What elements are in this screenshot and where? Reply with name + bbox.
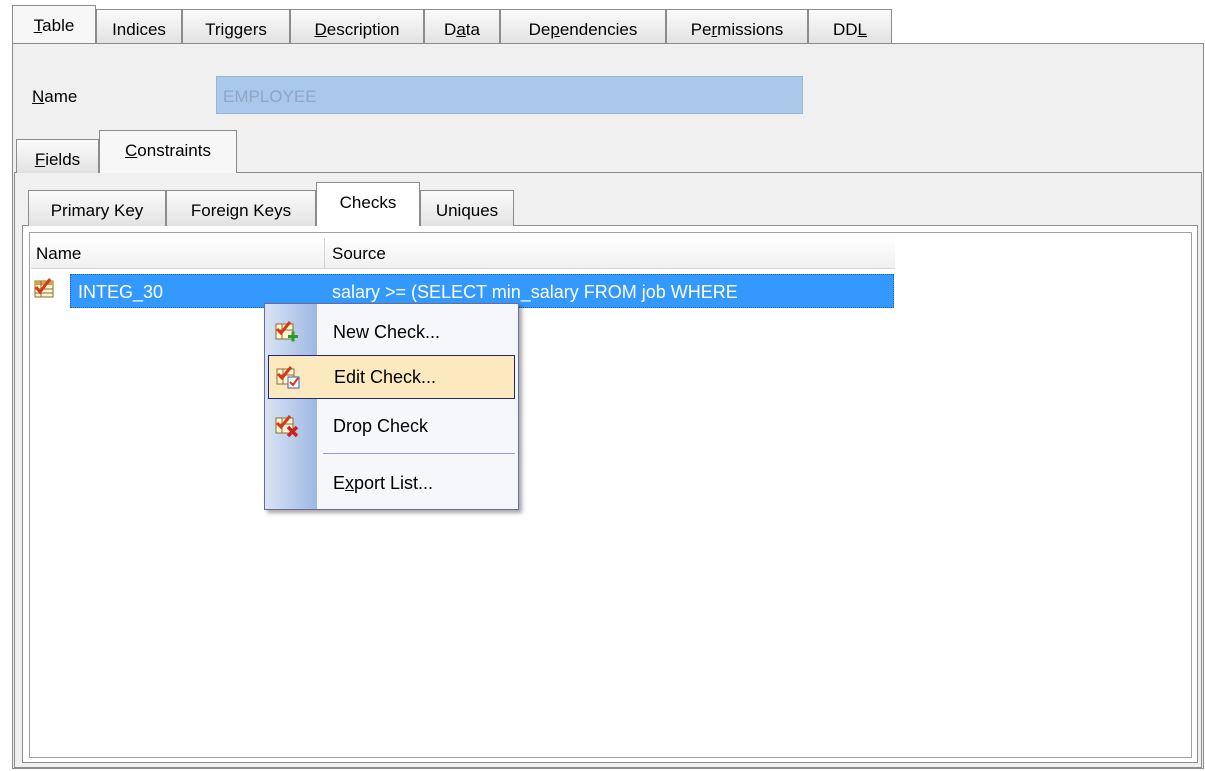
tab-data[interactable]: Data [424,9,500,43]
column-divider [324,238,325,268]
menu-item-drop-check[interactable]: Drop Check [265,404,518,448]
menu-label-edit-check: Edit Check... [334,367,437,387]
tab-dependencies[interactable]: Dependencies [500,9,666,43]
tab-table[interactable]: Table [12,5,96,43]
check-constraint-icon [34,278,56,300]
tab-permissions[interactable]: Permissions [666,9,808,43]
menu-label-new-check: New Check... [333,322,441,342]
row-source-cell: salary >= (SELECT min_salary FROM job WH… [332,282,738,302]
tab-indices[interactable]: Indices [96,9,182,43]
row-name-cell: INTEG_30 [78,282,164,302]
name-field[interactable]: EMPLOYEE [216,76,803,114]
menu-label-drop-check: Drop Check [333,416,429,436]
context-menu: New Check... Edit Check... Drop Check Ex… [264,303,519,510]
tab-constraints[interactable]: Constraints [99,130,237,173]
tab-uniques[interactable]: Uniques [420,190,514,226]
menu-item-export-list[interactable]: Export List... [265,461,518,505]
checks-grid[interactable] [29,232,1192,758]
tab-description[interactable]: Description [290,9,424,43]
edit-check-icon [276,365,300,389]
new-check-icon [275,320,299,344]
tab-foreign-keys[interactable]: Foreign Keys [166,190,316,226]
grid-header [31,238,895,269]
menu-item-edit-check[interactable]: Edit Check... [268,355,515,399]
menu-item-new-check[interactable]: New Check... [265,310,518,354]
menu-label-export-list: Export List... [333,473,434,493]
column-header-name[interactable]: Name [36,244,81,264]
name-label: Name [32,87,78,106]
tab-primary-key[interactable]: Primary Key [28,190,166,226]
tab-triggers[interactable]: Triggers [182,9,290,43]
tab-fields[interactable]: Fields [16,139,99,173]
drop-check-icon [275,414,299,438]
tab-ddl[interactable]: DDL [808,9,892,43]
menu-separator [323,453,515,454]
tab-checks[interactable]: Checks [316,182,420,226]
column-header-source[interactable]: Source [332,244,386,264]
